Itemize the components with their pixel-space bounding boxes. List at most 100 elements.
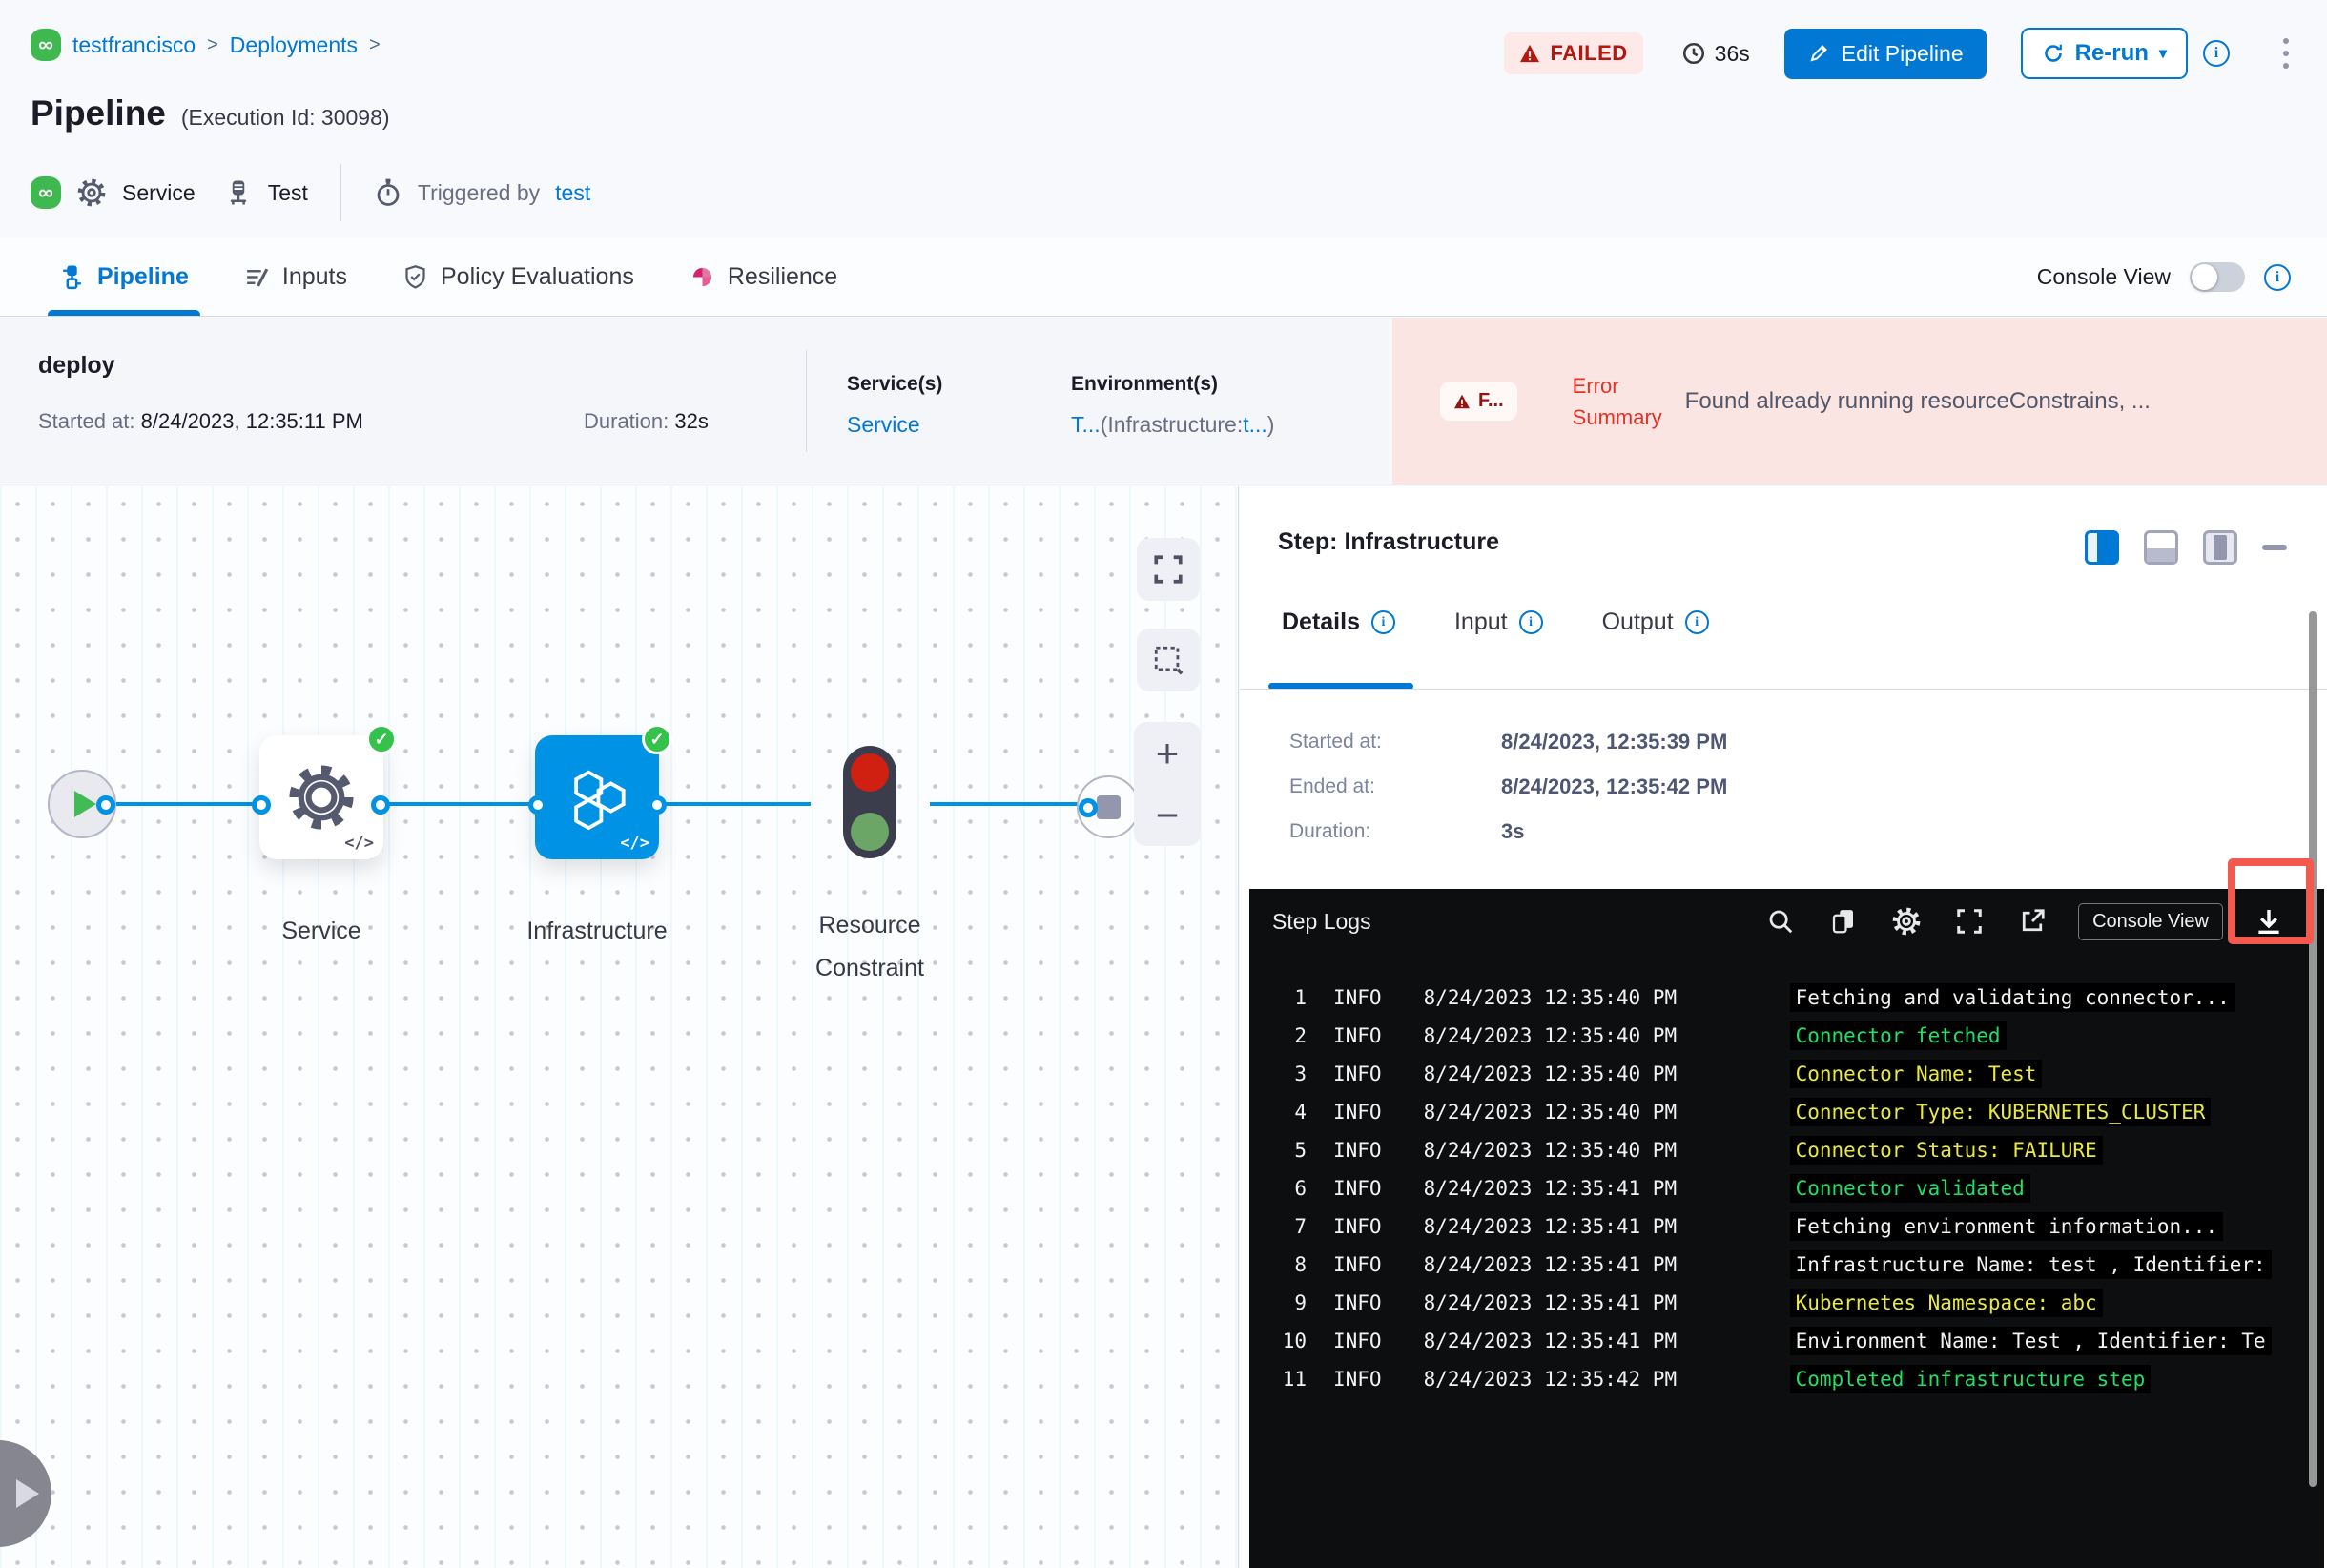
- log-line-number: 1: [1294, 986, 1307, 1009]
- detail-row: Duration: 3s: [1289, 818, 1525, 843]
- zoom-controls: + −: [1134, 722, 1201, 846]
- gear-icon: [289, 765, 354, 830]
- layout-right-view-button[interactable]: [2085, 530, 2119, 565]
- breadcrumb-deployments-link[interactable]: Deployments: [230, 32, 358, 58]
- log-timestamp: 8/24/2023 12:35:41 PM: [1423, 1177, 1678, 1200]
- tab-inputs[interactable]: Inputs: [244, 238, 347, 316]
- log-lines[interactable]: 1 INFO 8/24/2023 12:35:40 PM Fetching an…: [1249, 954, 2324, 1398]
- pipeline-graph-canvas[interactable]: </> ✓ Service </> ✓ Infrastructure Resou…: [0, 486, 1239, 1568]
- stage-started-at: Started at: 8/24/2023, 12:35:11 PM: [38, 409, 363, 433]
- total-duration: 36s: [1681, 41, 1750, 67]
- zoom-in-button[interactable]: +: [1156, 732, 1180, 774]
- log-line-number: 10: [1282, 1330, 1307, 1352]
- log-level: INFO: [1333, 1253, 1382, 1276]
- log-timestamp: 8/24/2023 12:35:41 PM: [1423, 1291, 1678, 1314]
- divider: [1240, 689, 2327, 690]
- search-icon: [1769, 910, 1793, 934]
- log-timestamp: 8/24/2023 12:35:40 PM: [1423, 1024, 1678, 1047]
- rerun-button[interactable]: Re-run ▾: [2020, 28, 2188, 79]
- log-timestamp: 8/24/2023 12:35:41 PM: [1423, 1215, 1678, 1238]
- success-check-badge: ✓: [366, 724, 397, 754]
- fit-to-screen-button[interactable]: [1137, 538, 1200, 601]
- detail-row: Started at: 8/24/2023, 12:35:39 PM: [1289, 729, 1728, 753]
- console-view-label: Console View: [2036, 264, 2171, 289]
- service-step-node[interactable]: </>: [259, 735, 383, 859]
- marquee-select-button[interactable]: [1137, 629, 1200, 691]
- minimize-panel-button[interactable]: [2262, 545, 2287, 550]
- log-line-number: 5: [1294, 1139, 1307, 1162]
- template-code-glyph: </>: [620, 834, 649, 853]
- log-message: Connector validated: [1789, 1174, 2030, 1203]
- edit-pipeline-button[interactable]: Edit Pipeline: [1783, 28, 1987, 79]
- app-root: ∞ testfrancisco > Deployments > Pipeline…: [0, 0, 2327, 1568]
- infrastructure-link[interactable]: t...: [1243, 412, 1267, 437]
- info-icon[interactable]: i: [1370, 610, 1395, 634]
- tab-policy-evaluations[interactable]: Policy Evaluations: [402, 238, 634, 316]
- log-level: INFO: [1333, 1215, 1382, 1238]
- download-icon: [2258, 909, 2279, 935]
- hexagons-icon: [574, 770, 626, 831]
- status-badge: FAILED: [1504, 32, 1643, 74]
- layout-minimized-view-button[interactable]: [2203, 530, 2237, 565]
- log-line-number: 8: [1294, 1253, 1307, 1276]
- breadcrumb-project-link[interactable]: testfrancisco: [72, 32, 196, 58]
- info-icon[interactable]: i: [2264, 263, 2291, 291]
- resource-constraint-node[interactable]: [843, 746, 896, 858]
- panel-scrollbar[interactable]: [2309, 611, 2317, 1487]
- copy-icon: [1832, 910, 1854, 934]
- success-check-badge: ✓: [642, 724, 672, 754]
- log-message: Connector fetched: [1789, 1021, 2007, 1050]
- clock-icon: [1682, 42, 1704, 65]
- service-link[interactable]: Service: [847, 412, 920, 437]
- trigger-user-link[interactable]: test: [555, 180, 590, 206]
- log-level: INFO: [1333, 1063, 1382, 1085]
- infrastructure-step-node[interactable]: </>: [535, 735, 659, 859]
- marquee-icon: [1154, 646, 1184, 675]
- template-code-glyph: </>: [344, 834, 374, 853]
- copy-logs-button[interactable]: [1826, 904, 1861, 939]
- log-line-number: 11: [1282, 1368, 1307, 1391]
- node-label[interactable]: Service: [226, 910, 417, 953]
- triggered-by-label: Triggered by: [417, 179, 541, 205]
- node-label[interactable]: Infrastructure: [502, 910, 692, 953]
- test-meta-label[interactable]: Test: [268, 180, 308, 206]
- failed-mini-badge: F...: [1440, 382, 1517, 421]
- open-in-new-button[interactable]: [2015, 904, 2049, 939]
- graph-edge: [658, 802, 811, 806]
- environment-link[interactable]: T...: [1071, 412, 1101, 437]
- expand-nav-button[interactable]: [0, 1440, 51, 1547]
- tab-pipeline[interactable]: Pipeline: [48, 238, 200, 316]
- log-settings-button[interactable]: [1889, 904, 1924, 939]
- log-line-number: 7: [1294, 1215, 1307, 1238]
- search-logs-button[interactable]: [1763, 904, 1798, 939]
- divider: [806, 350, 807, 452]
- tab-resilience[interactable]: Resilience: [690, 238, 837, 316]
- download-logs-button[interactable]: [2252, 904, 2286, 939]
- node-label[interactable]: Resource Constraint: [774, 904, 965, 990]
- info-icon[interactable]: i: [2203, 40, 2230, 67]
- expand-logs-button[interactable]: [1952, 904, 1987, 939]
- log-console-view-button[interactable]: Console View: [2078, 902, 2223, 940]
- info-icon[interactable]: i: [1518, 610, 1543, 634]
- info-icon[interactable]: i: [1684, 610, 1709, 634]
- tab-output[interactable]: Output i: [1602, 609, 1709, 636]
- title-row: Pipeline (Execution Id: 30098): [31, 93, 390, 134]
- more-options-menu[interactable]: [2279, 34, 2293, 72]
- log-line: 2 INFO 8/24/2023 12:35:40 PM Connector f…: [1249, 1017, 2324, 1055]
- tab-input[interactable]: Input i: [1454, 609, 1543, 636]
- tab-details[interactable]: Details i: [1282, 609, 1395, 636]
- step-logs-console: Step Logs Console View 1 INFO 8/24/2023 …: [1249, 889, 2324, 1568]
- zoom-out-button[interactable]: −: [1156, 794, 1180, 836]
- service-meta-label[interactable]: Service: [122, 180, 196, 206]
- log-line: 1 INFO 8/24/2023 12:35:40 PM Fetching an…: [1249, 979, 2324, 1017]
- harness-logo-icon: ∞: [31, 29, 61, 61]
- log-line: 8 INFO 8/24/2023 12:35:41 PM Infrastruct…: [1249, 1246, 2324, 1284]
- layout-bottom-view-button[interactable]: [2144, 530, 2178, 565]
- log-message: Kubernetes Namespace: abc: [1789, 1289, 2103, 1317]
- log-level: INFO: [1333, 1330, 1382, 1352]
- edge-port: [96, 795, 115, 815]
- stop-icon: [1096, 794, 1121, 819]
- console-view-toggle[interactable]: [2190, 262, 2245, 292]
- stage-name[interactable]: deploy: [38, 352, 115, 380]
- stopwatch-icon: [374, 178, 402, 207]
